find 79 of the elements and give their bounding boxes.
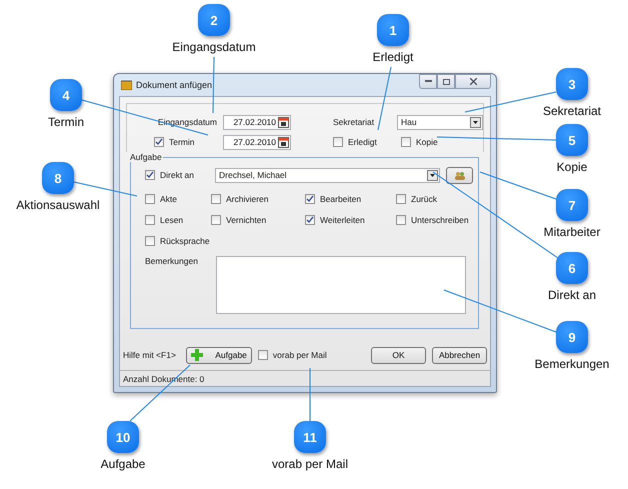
callout-number: 2	[198, 4, 230, 36]
callout-label: Aufgabe	[100, 457, 146, 471]
leader-line	[378, 66, 392, 130]
date-field[interactable]: 27.02.2010	[223, 134, 291, 150]
callout-label: Termin	[48, 115, 84, 129]
callout-number: 1	[377, 14, 409, 46]
remarks-field[interactable]	[216, 256, 466, 314]
callout-label: Kopie	[556, 160, 588, 174]
maximize-icon	[442, 78, 450, 84]
callout-number: 7	[556, 189, 588, 221]
close-button[interactable]	[455, 74, 491, 89]
callout-label: Aktionsauswahl	[16, 198, 100, 212]
callout-label: vorab per Mail	[272, 457, 348, 471]
checkbox[interactable]	[305, 194, 315, 204]
field-label: Sekretariat	[333, 117, 374, 127]
dropdown[interactable]: Hau	[397, 114, 483, 130]
checkbox[interactable]	[401, 137, 411, 147]
checkbox[interactable]	[145, 170, 155, 180]
checkbox[interactable]	[154, 137, 164, 147]
callout-label: Mitarbeiter	[544, 225, 600, 239]
callout-number: 9	[556, 321, 588, 353]
minimize-button[interactable]	[419, 74, 437, 89]
checkbox[interactable]	[211, 194, 221, 204]
callout-number: 11	[294, 421, 326, 453]
calendar-icon[interactable]	[278, 136, 289, 148]
checkbox-label: Termin	[169, 137, 195, 147]
calendar-icon[interactable]	[278, 116, 289, 128]
checkbox[interactable]	[333, 137, 343, 147]
maximize-button[interactable]	[437, 74, 455, 89]
checkbox-label: Kopie	[416, 137, 438, 147]
callout-number: 8	[42, 162, 74, 194]
checkbox-label: Rücksprache	[160, 236, 210, 246]
checkbox-label: vorab per Mail	[272, 350, 327, 360]
callout-number: 4	[50, 79, 82, 111]
checkbox-label: Bearbeiten	[320, 194, 362, 204]
ok-button[interactable]: OK	[371, 346, 426, 364]
checkbox[interactable]	[305, 215, 315, 225]
plus-icon	[190, 349, 203, 361]
field-label: Eingangsdatum	[158, 117, 217, 127]
leader-line	[74, 182, 138, 196]
callout-label: Direkt an	[548, 288, 596, 302]
checkbox-label: Lesen	[160, 215, 184, 225]
minimize-icon	[424, 80, 432, 83]
checkbox-label: Archivieren	[226, 194, 269, 204]
callout-label: Eingangsdatum	[172, 40, 256, 54]
callout-number: 3	[556, 68, 588, 100]
date-field[interactable]: 27.02.2010	[223, 114, 291, 130]
checkbox-label: Direkt an	[160, 170, 194, 180]
checkbox[interactable]	[396, 194, 406, 204]
people-icon	[454, 170, 466, 180]
cancel-button[interactable]: Abbrechen	[432, 346, 487, 364]
callout-label: Bemerkungen	[534, 357, 610, 371]
checkbox[interactable]	[145, 236, 155, 246]
dropdown[interactable]: Drechsel, Michael	[215, 168, 440, 182]
people-button[interactable]	[446, 166, 473, 184]
checkbox[interactable]	[396, 215, 406, 225]
callout-number: 6	[556, 252, 588, 284]
callout-label: Sekretariat	[542, 104, 602, 118]
close-icon	[470, 78, 476, 85]
checkbox[interactable]	[258, 350, 268, 360]
help-hint: Hilfe mit <F1>	[123, 350, 176, 360]
checkbox[interactable]	[145, 215, 155, 225]
checkbox-label: Erledigt	[348, 137, 377, 147]
callout-number: 10	[107, 421, 139, 453]
field-label: Bemerkungen	[145, 256, 198, 266]
folder-icon	[121, 80, 132, 90]
checkbox[interactable]	[211, 215, 221, 225]
checkbox-label: Weiterleiten	[320, 215, 365, 225]
leader-line	[212, 56, 214, 114]
callout-number: 5	[556, 124, 588, 156]
checkbox-label: Vernichten	[226, 215, 266, 225]
aufgabe-button[interactable]: Aufgabe	[186, 346, 252, 364]
window-title: Dokument anfügen	[136, 80, 214, 90]
checkbox-label: Unterschreiben	[411, 215, 469, 225]
checkbox-label: Zurück	[411, 194, 437, 204]
group-title: Aufgabe	[129, 152, 163, 162]
checkbox-label: Akte	[160, 194, 178, 204]
callout-label: Erledigt	[372, 50, 414, 64]
checkbox[interactable]	[145, 194, 155, 204]
